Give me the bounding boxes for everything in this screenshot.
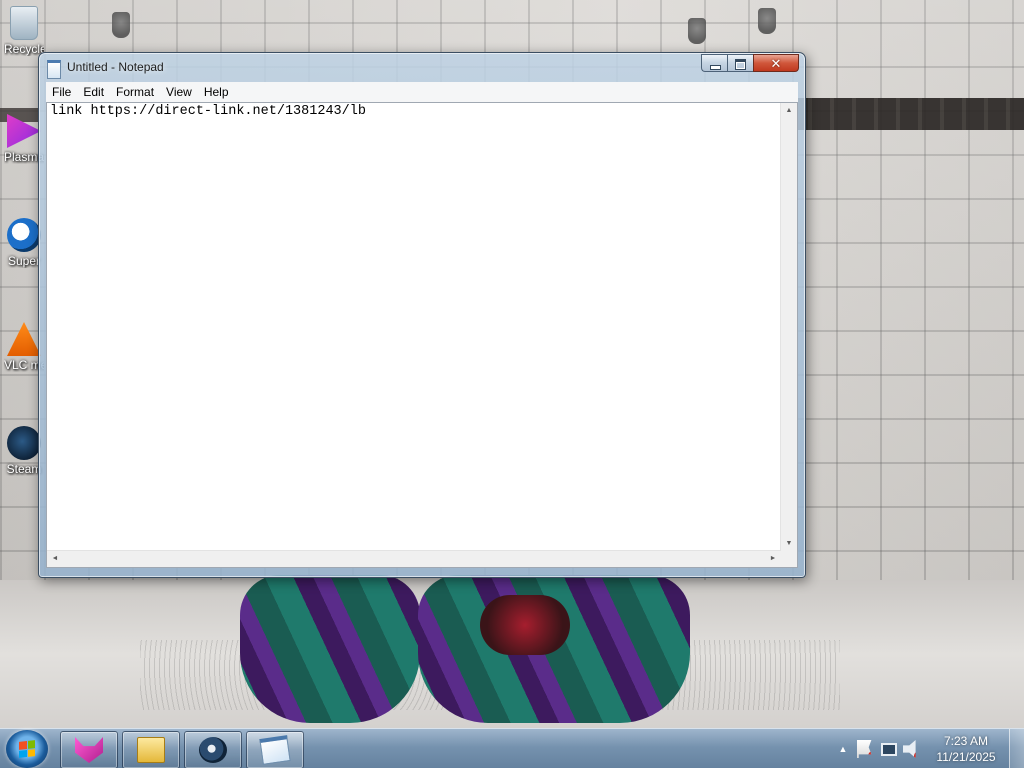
scroll-right-arrow-icon[interactable]: ► [765, 551, 781, 567]
vertical-scrollbar[interactable]: ▲ ▼ [780, 103, 797, 552]
taskbar-button-notepad[interactable] [246, 731, 304, 768]
volume-muted-icon[interactable]: ✕ [903, 740, 923, 760]
clock-date: 11/21/2025 [936, 750, 996, 764]
show-hidden-icons-arrow-icon[interactable]: ▲ [835, 744, 851, 754]
text-editor[interactable]: link https://direct-link.net/1381243/lb [47, 103, 782, 552]
horizontal-scrollbar[interactable]: ◄ ► [47, 550, 781, 567]
taskbar: ▲ ✕ ✕ 7:23 AM 11/21/2025 [0, 728, 1024, 768]
taskbar-button-file-explorer[interactable] [122, 731, 180, 768]
vlc-icon [7, 322, 41, 356]
maximize-icon [735, 59, 746, 70]
minimize-icon [710, 65, 721, 70]
taskbar-button-fox-app[interactable] [60, 731, 118, 768]
action-center-flag-icon[interactable]: ✕ [857, 740, 877, 760]
steam-icon [7, 426, 41, 460]
menu-file[interactable]: File [46, 82, 77, 102]
editor-area: link https://direct-link.net/1381243/lb … [46, 102, 798, 568]
wallpaper-showerhead [758, 8, 776, 34]
wallpaper-figure [240, 575, 700, 725]
caption-buttons: ✕ [701, 54, 799, 73]
clock[interactable]: 7:23 AM 11/21/2025 [927, 733, 1005, 765]
wallpaper-showerhead [112, 12, 130, 38]
size-grip[interactable] [781, 551, 797, 567]
wallpaper-wall-stripe [790, 98, 1024, 130]
system-tray: ▲ ✕ ✕ 7:23 AM 11/21/2025 [835, 729, 1024, 768]
menu-edit[interactable]: Edit [77, 82, 110, 102]
notepad-icon [259, 735, 291, 765]
close-button[interactable]: ✕ [753, 54, 799, 72]
mute-badge-icon: ✕ [914, 751, 923, 760]
taskbar-button-steam[interactable] [184, 731, 242, 768]
notepad-icon[interactable] [47, 60, 61, 79]
wallpaper-figure-bag [480, 595, 570, 655]
menu-help[interactable]: Help [198, 82, 235, 102]
scroll-up-arrow-icon[interactable]: ▲ [781, 103, 797, 119]
network-icon[interactable] [881, 742, 897, 756]
error-badge-icon: ✕ [868, 751, 877, 760]
start-button[interactable] [6, 730, 48, 768]
steam-icon [199, 737, 227, 763]
close-icon: ✕ [770, 56, 782, 71]
window-title: Untitled - Notepad [67, 60, 164, 74]
menu-bar: File Edit Format View Help [46, 82, 798, 103]
desktop-icon-recycle-bin[interactable]: Recycle Bin [4, 6, 44, 56]
notepad-window[interactable]: Untitled - Notepad ✕ File Edit Format Vi… [38, 52, 806, 578]
clock-time: 7:23 AM [943, 734, 989, 748]
windows-logo-icon [19, 740, 35, 758]
title-bar[interactable]: Untitled - Notepad ✕ [39, 53, 805, 81]
folder-icon [137, 737, 165, 763]
plasma-icon [7, 114, 41, 148]
recycle-bin-icon [10, 6, 38, 40]
desktop-icon-label: Recycle Bin [4, 42, 44, 56]
wallpaper-showerhead [688, 18, 706, 44]
show-desktop-button[interactable] [1009, 729, 1024, 768]
maximize-button[interactable] [727, 54, 753, 72]
menu-format[interactable]: Format [110, 82, 160, 102]
wallpaper-figure-left-leg [240, 575, 420, 723]
minimize-button[interactable] [701, 54, 727, 72]
fox-icon [75, 737, 103, 763]
super-icon [7, 218, 41, 252]
scroll-left-arrow-icon[interactable]: ◄ [47, 551, 63, 567]
scroll-down-arrow-icon[interactable]: ▼ [781, 536, 797, 552]
menu-view[interactable]: View [160, 82, 198, 102]
